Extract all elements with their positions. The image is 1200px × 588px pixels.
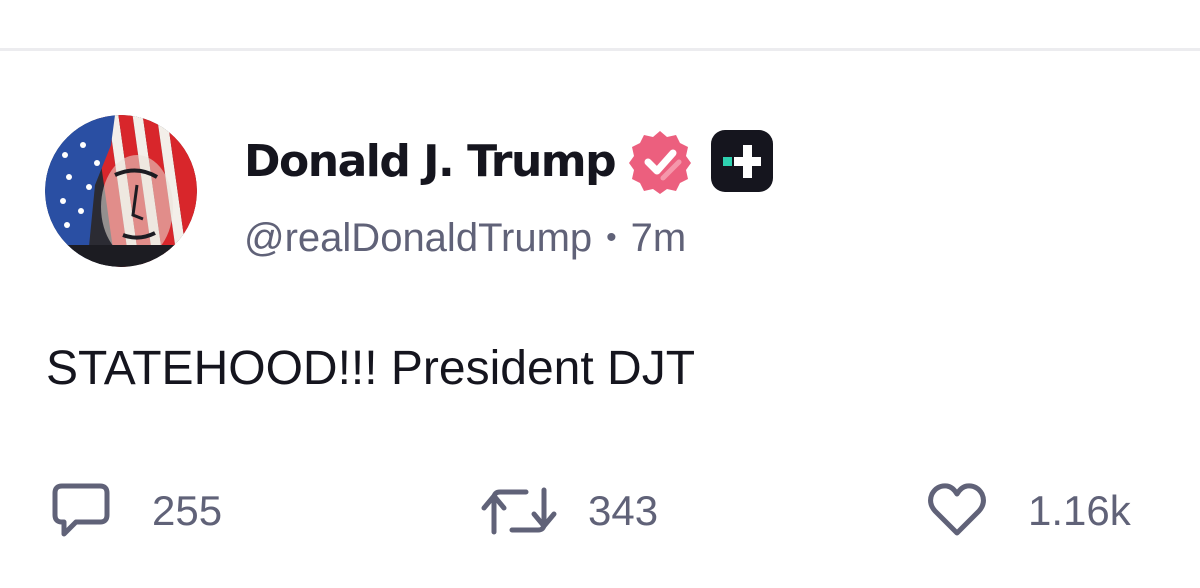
like-count: 1.16k — [1028, 487, 1131, 534]
repost-button[interactable]: 343 — [480, 479, 658, 543]
plus-subscriber-badge-icon — [711, 130, 774, 192]
avatar[interactable] — [45, 115, 197, 267]
like-button[interactable]: 1.16k — [926, 479, 1131, 543]
repost-count: 343 — [588, 487, 659, 534]
repost-icon — [481, 487, 557, 535]
post-text: STATEHOOD!!! President DJT — [46, 342, 696, 395]
reply-icon — [52, 483, 110, 537]
post-card: Donald J. Trump @realDonaldTrump • 7m ST… — [0, 51, 1200, 588]
author-handle-row: @realDonaldTrump • 7m — [244, 210, 686, 266]
post-actions: 255 343 1.16k — [0, 479, 1200, 543]
author-name-row: Donald J. Trump — [244, 130, 775, 194]
heart-icon — [928, 483, 986, 536]
author-display-name[interactable]: Donald J. Trump — [244, 136, 617, 187]
separator-dot: • — [606, 221, 617, 254]
verified-badge-icon — [629, 131, 692, 194]
reply-count: 255 — [152, 487, 223, 534]
author-handle[interactable]: @realDonaldTrump — [244, 216, 592, 261]
reply-button[interactable]: 255 — [50, 479, 222, 543]
post-timestamp[interactable]: 7m — [631, 216, 687, 261]
